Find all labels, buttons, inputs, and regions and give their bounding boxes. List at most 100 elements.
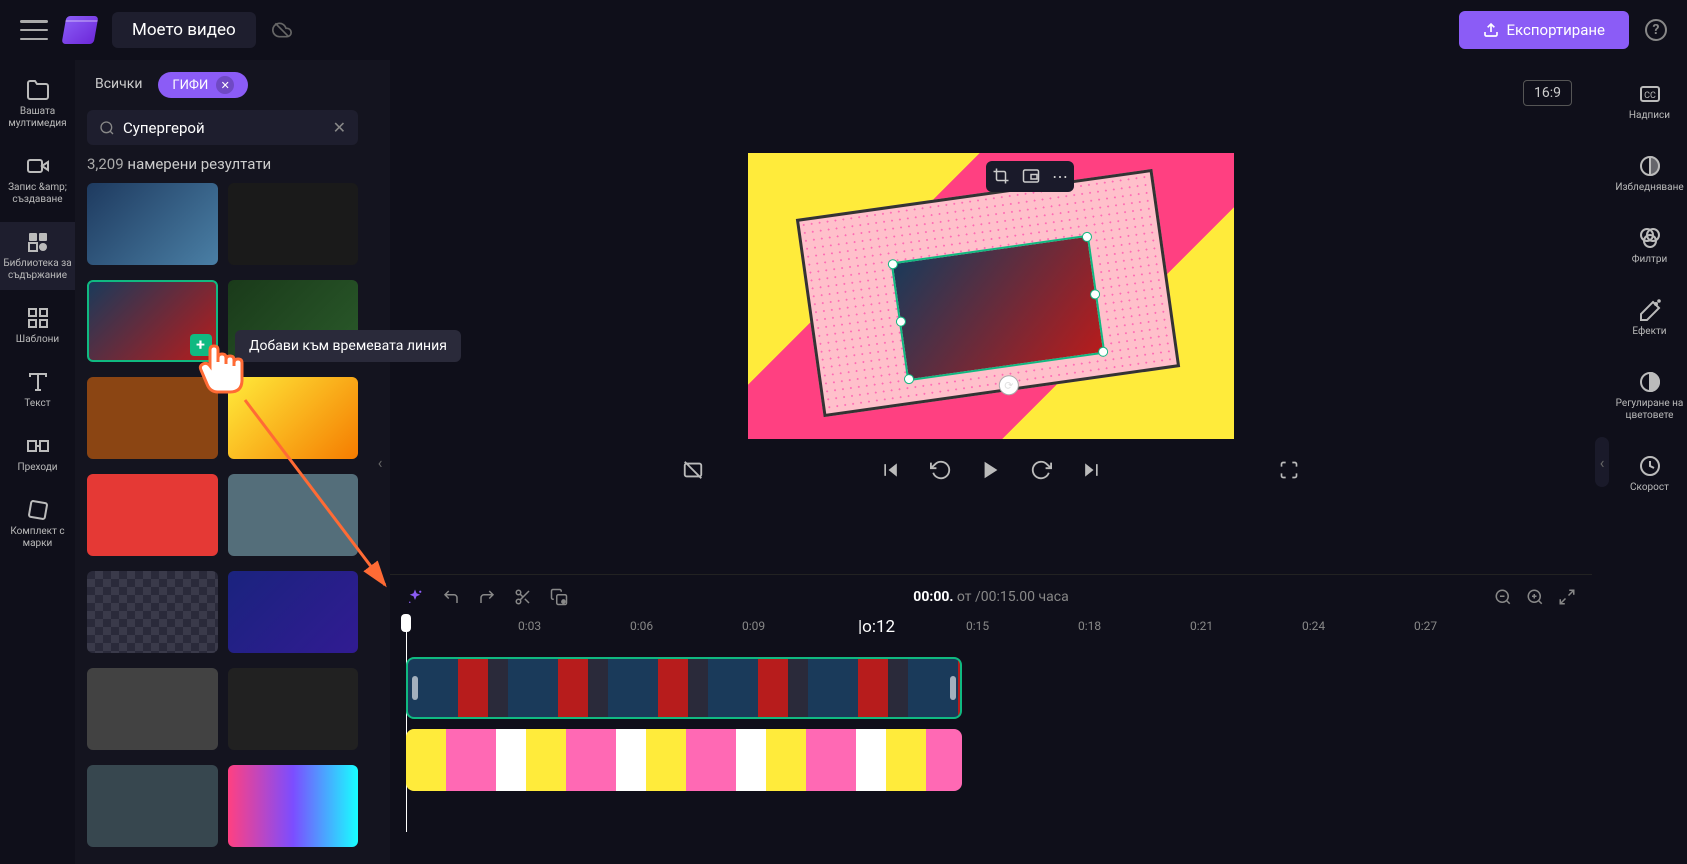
collapse-panel-button[interactable]: ‹ <box>370 60 390 864</box>
ruler-mark: 0:09 <box>742 619 765 633</box>
collapse-right-button[interactable]: ‹ <box>1592 60 1612 864</box>
gif-grid: + <box>87 183 358 852</box>
rewind-5-icon[interactable] <box>930 459 952 481</box>
canvas-toolbar: ⋯ <box>986 161 1074 192</box>
nav-library[interactable]: Библиотека за съдържание <box>0 222 75 290</box>
right-sidebar: CC Надписи Избледняване Филтри Ефекти Ре… <box>1612 60 1687 864</box>
svg-text:CC: CC <box>1644 91 1656 101</box>
nav-label: Текст <box>24 398 50 410</box>
playhead[interactable] <box>401 614 411 632</box>
tab-all[interactable]: Всички <box>87 72 150 98</box>
svg-text:+: + <box>562 599 566 606</box>
camera-icon <box>26 154 50 178</box>
nav-label: Регулиране на цветовете <box>1614 398 1685 422</box>
project-title[interactable]: Моето видео <box>112 12 256 48</box>
nav-speed[interactable]: Скорост <box>1612 442 1687 506</box>
zoom-in-icon[interactable] <box>1526 588 1544 606</box>
tab-gifs-chip[interactable]: ГИФИ ✕ <box>158 72 248 98</box>
more-icon[interactable]: ⋯ <box>1052 167 1068 186</box>
undo-icon[interactable] <box>442 588 460 606</box>
clip-trim-handle[interactable] <box>412 676 418 700</box>
app-logo <box>62 16 99 44</box>
ai-magic-icon[interactable] <box>406 588 424 606</box>
resize-handle[interactable] <box>887 259 898 270</box>
ruler-mark-highlight: |o:12 <box>858 617 895 637</box>
nav-filters[interactable]: Филтри <box>1612 214 1687 278</box>
playback-controls <box>682 459 1300 481</box>
topbar: Моето видео Експортиране ? <box>0 0 1687 60</box>
nav-text[interactable]: Текст <box>0 362 75 418</box>
nav-label: Запис &amp; създаване <box>2 182 73 206</box>
nav-media[interactable]: Вашата мултимедия <box>0 70 75 138</box>
timeline-timecode: 00:00. от /00:15.00 часа <box>913 589 1068 605</box>
timeline-clip[interactable] <box>406 657 962 719</box>
folder-icon <box>26 78 50 102</box>
gif-item[interactable] <box>228 474 359 556</box>
add-to-timeline-tooltip: Добави към времевата линия <box>235 330 461 362</box>
gif-item[interactable] <box>228 668 359 750</box>
nav-fade[interactable]: Избледняване <box>1612 142 1687 206</box>
gif-item[interactable] <box>87 765 218 847</box>
timeline-ruler[interactable]: 0:03 0:06 0:09 |o:12 0:15 0:18 0:21 0:24… <box>406 619 1592 649</box>
clip-trim-handle[interactable] <box>950 676 956 700</box>
color-adjust-icon <box>1638 370 1662 394</box>
ruler-mark: 0:21 <box>1190 619 1213 633</box>
clear-search-icon[interactable]: ✕ <box>333 118 346 137</box>
skip-back-icon[interactable] <box>880 459 902 481</box>
duplicate-icon[interactable]: + <box>550 588 568 606</box>
help-button[interactable]: ? <box>1645 19 1667 41</box>
aspect-ratio-badge[interactable]: 16:9 <box>1523 80 1572 106</box>
nav-record[interactable]: Запис &amp; създаване <box>0 146 75 214</box>
timeline-clip[interactable] <box>406 729 962 791</box>
results-count: 3,209 намерени резултати <box>87 155 358 173</box>
nav-label: Преходи <box>17 462 57 474</box>
gif-item[interactable] <box>87 183 218 265</box>
preview-area: 16:9 ⋯ ⟳ <box>390 60 1592 574</box>
resize-handle[interactable] <box>895 316 906 327</box>
gif-item[interactable] <box>228 183 359 265</box>
gif-item[interactable] <box>87 474 218 556</box>
search-box[interactable]: ✕ <box>87 110 358 145</box>
gif-item[interactable] <box>228 571 359 653</box>
nav-brand[interactable]: Комплект с марки <box>0 490 75 558</box>
gif-item[interactable] <box>228 765 359 847</box>
redo-icon[interactable] <box>478 588 496 606</box>
nav-label: Комплект с марки <box>2 526 73 550</box>
export-label: Експортиране <box>1507 21 1605 39</box>
menu-button[interactable] <box>20 20 48 40</box>
effects-icon <box>1638 298 1662 322</box>
nav-effects[interactable]: Ефекти <box>1612 286 1687 350</box>
play-button[interactable] <box>980 459 1002 481</box>
video-canvas[interactable]: ⟳ <box>748 153 1234 439</box>
nav-captions[interactable]: CC Надписи <box>1612 70 1687 134</box>
zoom-out-icon[interactable] <box>1494 588 1512 606</box>
nav-colors[interactable]: Регулиране на цветовете <box>1612 358 1687 434</box>
close-icon[interactable]: ✕ <box>216 76 234 94</box>
fit-icon[interactable] <box>1558 588 1576 606</box>
gif-item[interactable] <box>228 377 359 459</box>
nav-label: Скорост <box>1630 482 1669 494</box>
filters-icon <box>1638 226 1662 250</box>
export-button[interactable]: Експортиране <box>1459 11 1629 49</box>
nav-label: Шаблони <box>16 334 59 346</box>
hide-icon[interactable] <box>682 459 704 481</box>
transitions-icon <box>26 434 50 458</box>
ruler-mark: 0:24 <box>1302 619 1325 633</box>
nav-transitions[interactable]: Преходи <box>0 426 75 482</box>
fullscreen-icon[interactable] <box>1278 459 1300 481</box>
split-icon[interactable] <box>514 588 532 606</box>
content-panel: Всички ГИФИ ✕ ✕ 3,209 намерени резултати… <box>75 60 370 864</box>
nav-templates[interactable]: Шаблони <box>0 298 75 354</box>
pip-icon[interactable] <box>1022 167 1040 186</box>
fade-icon <box>1638 154 1662 178</box>
nav-label: Избледняване <box>1615 182 1683 194</box>
skip-forward-icon[interactable] <box>1080 459 1102 481</box>
gif-item[interactable] <box>87 571 218 653</box>
gif-item[interactable] <box>87 668 218 750</box>
search-icon <box>99 120 115 136</box>
left-sidebar: Вашата мултимедия Запис &amp; създаване … <box>0 60 75 864</box>
forward-5-icon[interactable] <box>1030 459 1052 481</box>
crop-icon[interactable] <box>992 167 1010 186</box>
nav-label: Вашата мултимедия <box>2 106 73 130</box>
search-input[interactable] <box>123 119 325 137</box>
